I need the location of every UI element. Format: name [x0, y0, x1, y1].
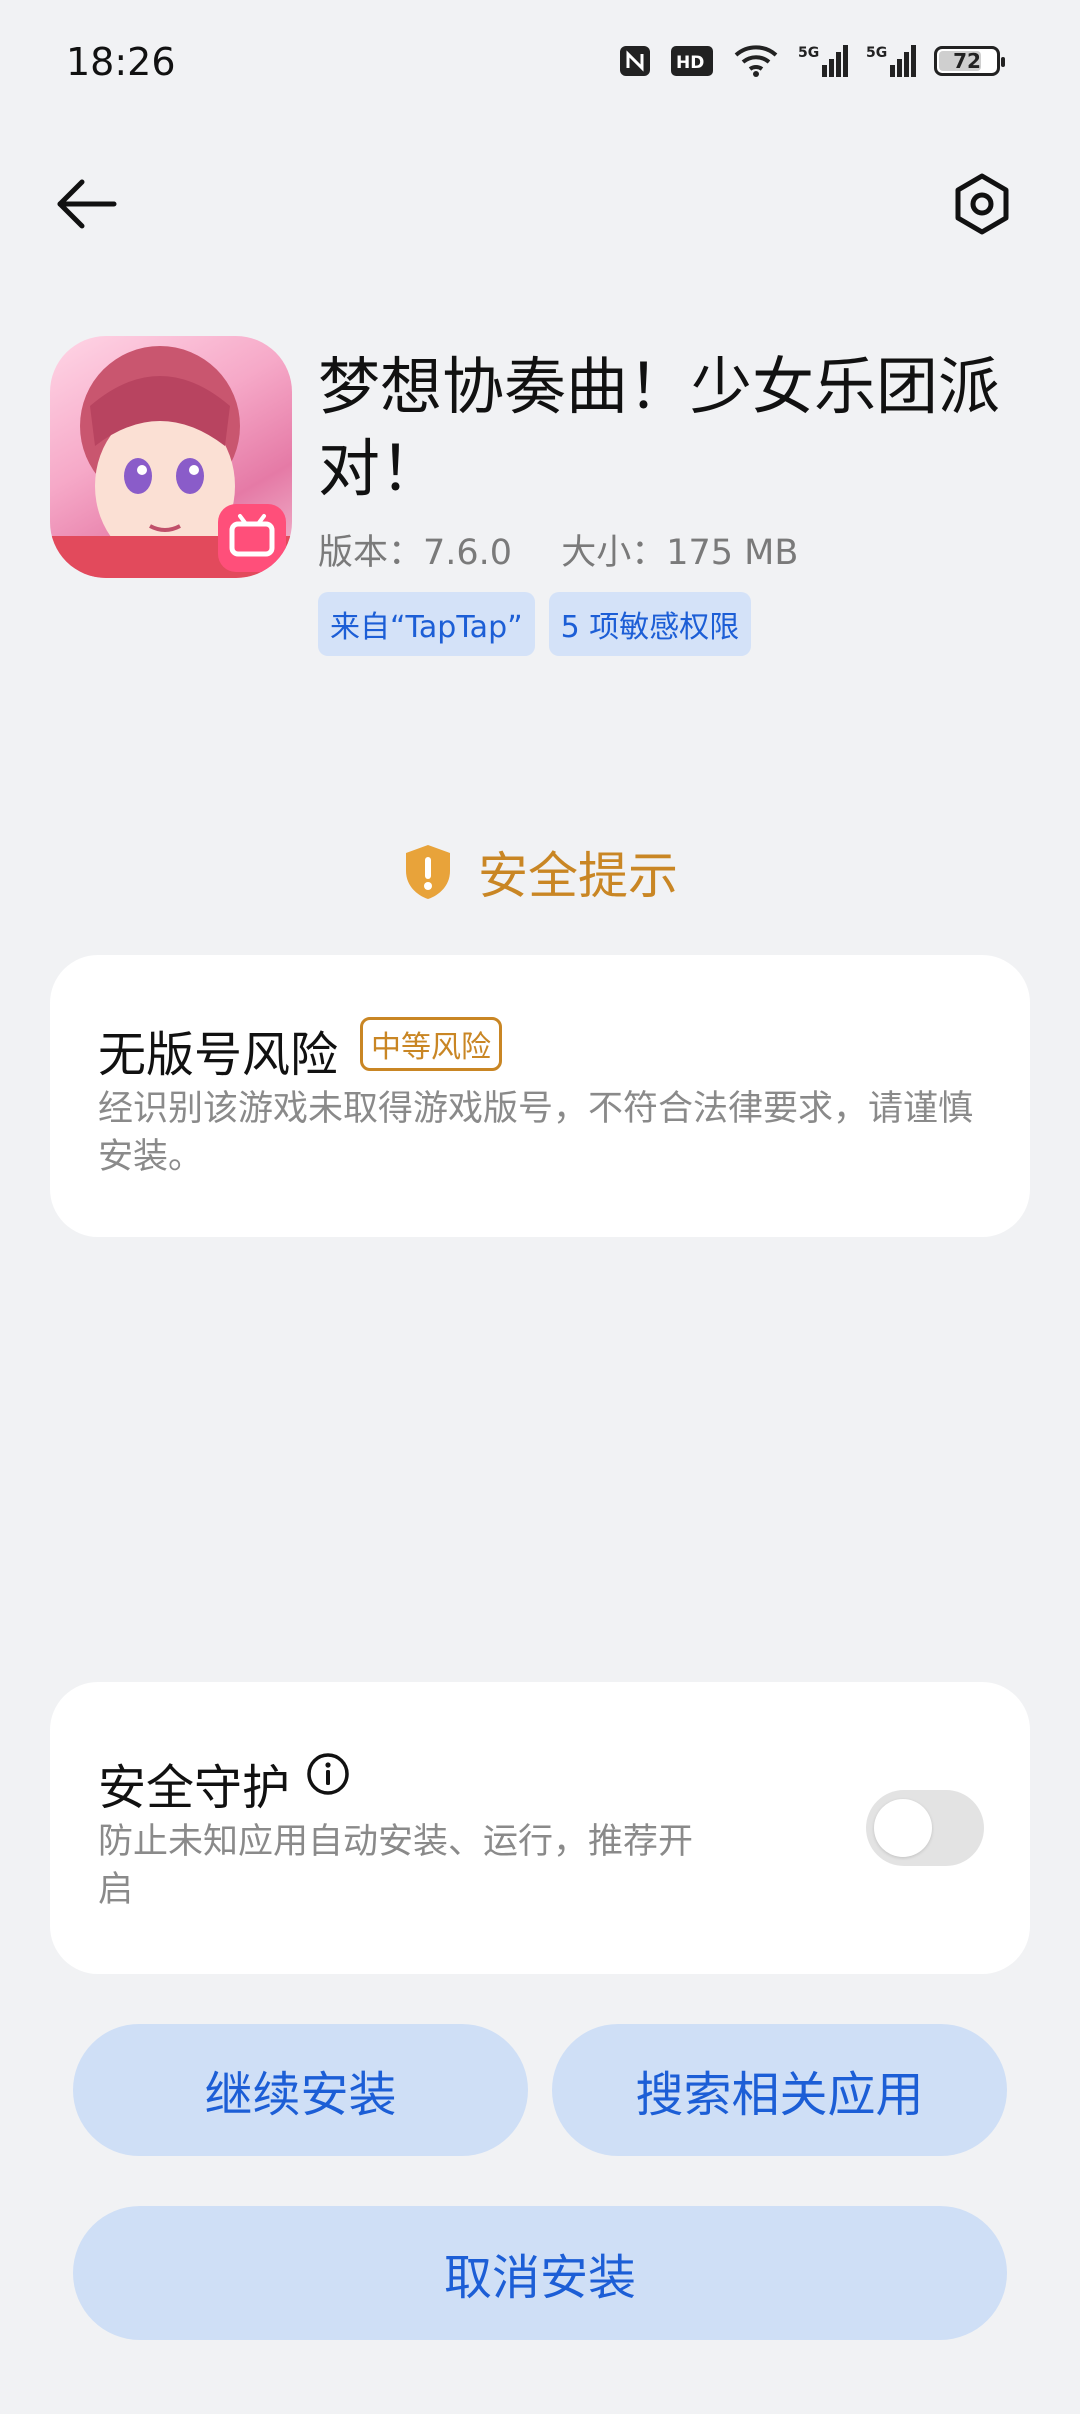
settings-icon	[955, 173, 1009, 235]
arrow-left-icon	[57, 179, 117, 229]
settings-button[interactable]	[950, 172, 1014, 236]
toggle-knob	[874, 1799, 932, 1857]
signal-5g-icon: 5G	[866, 42, 916, 80]
app-icon	[50, 336, 292, 578]
source-chip[interactable]: 来自“TapTap”	[318, 592, 535, 656]
security-tip-heading: 安全提示	[0, 836, 1080, 908]
continue-install-button[interactable]: 继续安装	[73, 2024, 528, 2156]
hd-icon: HD	[670, 42, 714, 80]
security-guard-card: 安全守护 防止未知应用自动安装、运行，推荐开启	[50, 1682, 1030, 1974]
risk-card: 无版号风险 中等风险 经识别该游戏未取得游戏版号，不符合法律要求，请谨慎安装。	[50, 955, 1030, 1237]
security-guard-title: 安全守护	[98, 1760, 291, 1816]
battery-level: 72	[953, 49, 981, 73]
nfc-icon	[618, 42, 652, 80]
security-guard-toggle[interactable]	[866, 1790, 984, 1866]
app-version: 版本：7.6.0	[318, 533, 513, 573]
svg-text:5G: 5G	[866, 45, 887, 61]
security-guard-description: 防止未知应用自动安装、运行，推荐开启	[98, 1822, 694, 1910]
risk-description: 经识别该游戏未取得游戏版号，不符合法律要求，请谨慎安装。	[98, 1089, 974, 1177]
back-button[interactable]	[52, 174, 122, 234]
status-icons: HD 5G 5G 72	[618, 42, 1005, 80]
search-related-apps-button[interactable]: 搜索相关应用	[552, 2024, 1007, 2156]
permissions-chip[interactable]: 5 项敏感权限	[548, 592, 752, 656]
status-time: 18:26	[66, 40, 176, 84]
battery-icon: 72	[934, 46, 1005, 76]
info-icon[interactable]	[306, 1752, 350, 1796]
risk-title: 无版号风险	[98, 1027, 339, 1083]
wifi-icon	[732, 42, 780, 80]
shield-alert-icon	[406, 845, 450, 899]
svg-text:HD: HD	[676, 53, 704, 73]
security-tip-title: 安全提示	[478, 847, 678, 905]
risk-level-badge: 中等风险	[360, 1017, 502, 1071]
app-name: 梦想协奏曲！少女乐团派对！	[318, 350, 1001, 505]
app-size: 大小：175 MB	[561, 533, 799, 573]
app-chips: 来自“TapTap” 5 项敏感权限	[318, 592, 752, 656]
signal-5g-icon: 5G	[798, 42, 848, 80]
cancel-install-button[interactable]: 取消安装	[73, 2206, 1007, 2340]
app-meta: 版本：7.6.0 大小：175 MB	[318, 524, 836, 575]
svg-text:5G: 5G	[798, 45, 819, 61]
status-bar: 18:26 HD 5G 5G 72	[0, 0, 1080, 130]
